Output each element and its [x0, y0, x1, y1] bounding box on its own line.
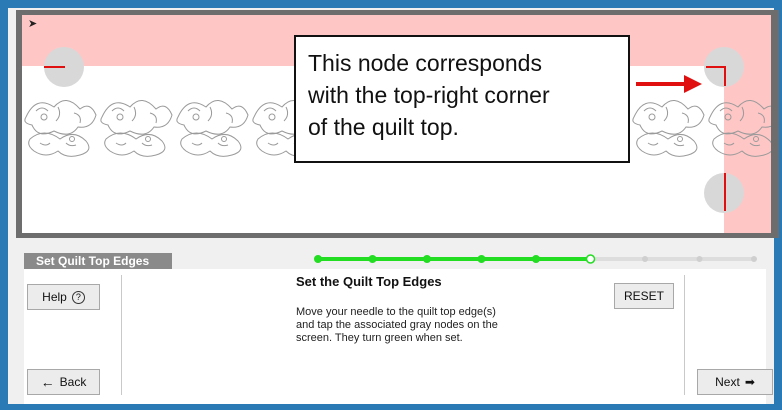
progress-dot-current: [585, 254, 596, 264]
right-divider: [684, 275, 685, 395]
marker-right-line: [724, 173, 726, 211]
back-button-label: Back: [59, 375, 87, 389]
callout-line-2: with the top-right corner: [308, 82, 550, 108]
node-right[interactable]: [704, 173, 744, 213]
tutorial-callout: This node corresponds with the top-right…: [294, 35, 630, 163]
progress-dot-todo: [642, 256, 648, 262]
left-divider: [121, 275, 122, 395]
next-arrow-icon: ➡: [744, 375, 755, 389]
callout-line-1: This node corresponds: [308, 50, 542, 76]
step-line-1: Move your needle to the quilt top edge(s…: [296, 306, 496, 318]
progress-dot-done: [314, 255, 322, 263]
marker-left-line: [44, 66, 65, 68]
help-button-label: Help: [42, 290, 67, 304]
progress-track: [314, 254, 757, 264]
back-arrow-icon: ←: [40, 374, 55, 390]
progress-dot-done: [368, 255, 377, 263]
progress-dot-done: [477, 255, 486, 263]
quilt-canvas[interactable]: ➤ This node corresponds with the top-rig…: [22, 15, 771, 233]
progress-dot-done: [532, 255, 540, 263]
marker-corner-v: [724, 66, 726, 86]
marker-corner-h: [706, 66, 726, 68]
help-button[interactable]: Help ?: [27, 284, 100, 310]
node-top-right[interactable]: [704, 47, 744, 87]
reset-button[interactable]: RESET: [614, 283, 674, 309]
canvas-viewport: ➤ This node corresponds with the top-rig…: [16, 10, 779, 238]
step-instructions: Move your needle to the quilt top edge(s…: [296, 306, 566, 345]
reset-button-label: RESET: [623, 289, 664, 303]
callout-line-3: of the quilt top.: [308, 114, 459, 140]
progress-dot-todo: [751, 256, 757, 262]
next-button-label: Next: [715, 375, 740, 389]
screen-title: Set Quilt Top Edges: [24, 253, 172, 269]
step-line-2: and tap the associated gray nodes on the: [296, 319, 498, 331]
help-icon: ?: [71, 290, 85, 304]
instruction-panel: Help ? ← Back Set the Quilt Top Edges Mo…: [24, 269, 773, 404]
progress-dot-done: [423, 255, 431, 263]
step-line-3: screen. They turn green when set.: [296, 332, 463, 344]
cursor-icon: ➤: [28, 18, 38, 30]
node-top-left[interactable]: [44, 47, 84, 87]
back-button[interactable]: ← Back: [27, 369, 100, 395]
next-button[interactable]: Next ➡: [697, 369, 773, 395]
pointer-arrow-icon: [636, 75, 702, 93]
progress-dot-todo: [696, 256, 703, 262]
step-title: Set the Quilt Top Edges: [296, 274, 442, 289]
